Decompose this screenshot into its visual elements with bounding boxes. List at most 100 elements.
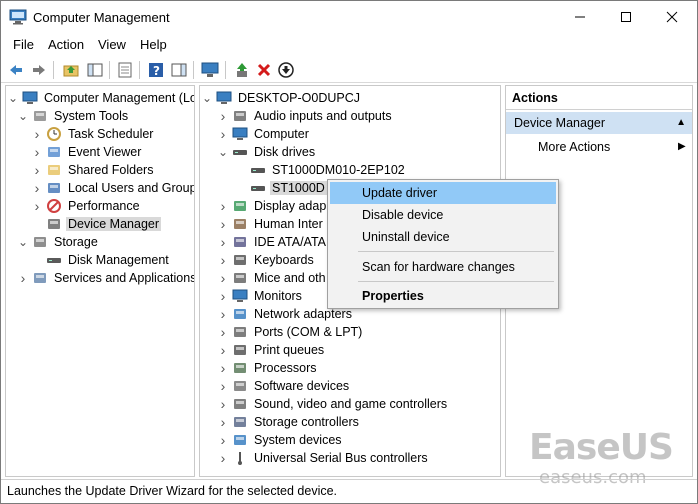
collapsed-arrow-icon[interactable]: › bbox=[18, 270, 28, 286]
collapsed-arrow-icon[interactable]: › bbox=[218, 414, 228, 430]
show-action-pane-button[interactable] bbox=[169, 60, 189, 80]
collapsed-arrow-icon[interactable]: › bbox=[218, 216, 228, 232]
tree-item[interactable]: ⌄ DESKTOP-O0DUPCJ bbox=[202, 89, 362, 107]
menu-view[interactable]: View bbox=[98, 37, 126, 52]
monitor-toolbar-button[interactable] bbox=[200, 60, 220, 80]
tree-item[interactable]: › Audio inputs and outputs bbox=[218, 107, 394, 125]
menu-properties[interactable]: Properties bbox=[330, 285, 556, 307]
tree-item-label: Audio inputs and outputs bbox=[254, 109, 392, 123]
help-toolbar-button[interactable]: ? bbox=[146, 60, 166, 80]
collapsed-arrow-icon[interactable]: › bbox=[32, 180, 42, 196]
tree-item[interactable]: ⌄ System Tools bbox=[18, 107, 130, 125]
tree-item[interactable]: › Keyboards bbox=[218, 251, 316, 269]
collapsed-arrow-icon[interactable]: › bbox=[218, 198, 228, 214]
tree-item[interactable]: › Software devices bbox=[218, 377, 351, 395]
tools-icon bbox=[32, 108, 48, 124]
actions-group-device-manager[interactable]: Device Manager ▲ bbox=[506, 112, 692, 134]
collapsed-arrow-icon[interactable]: › bbox=[218, 378, 228, 394]
tree-item[interactable]: › Universal Serial Bus controllers bbox=[218, 449, 430, 467]
properties-toolbar-button[interactable] bbox=[115, 60, 135, 80]
hid-icon bbox=[232, 216, 248, 232]
tree-item[interactable]: › Ports (COM & LPT) bbox=[218, 323, 364, 341]
collapse-caret-icon[interactable]: ▲ bbox=[676, 117, 686, 128]
back-button[interactable] bbox=[6, 60, 26, 80]
menu-action[interactable]: Action bbox=[48, 37, 84, 52]
tree-item[interactable]: › Mice and oth bbox=[218, 269, 328, 287]
collapsed-arrow-icon[interactable]: › bbox=[218, 288, 228, 304]
expanded-arrow-icon[interactable]: ⌄ bbox=[218, 145, 228, 159]
menu-disable-device[interactable]: Disable device bbox=[330, 204, 556, 226]
collapsed-arrow-icon[interactable]: › bbox=[218, 450, 228, 466]
tree-item[interactable]: ⌄ Storage bbox=[18, 233, 100, 251]
collapsed-arrow-icon[interactable]: › bbox=[218, 270, 228, 286]
tree-item[interactable]: › Print queues bbox=[218, 341, 326, 359]
collapsed-arrow-icon[interactable]: › bbox=[218, 360, 228, 376]
monitor-icon bbox=[201, 62, 219, 77]
expanded-arrow-icon[interactable]: ⌄ bbox=[18, 109, 28, 123]
collapsed-arrow-icon[interactable]: › bbox=[218, 306, 228, 322]
submenu-arrow-icon: ▶ bbox=[678, 141, 686, 152]
tree-item[interactable]: › Local Users and Groups bbox=[32, 179, 194, 197]
tree-item[interactable]: › Human Inter bbox=[218, 215, 325, 233]
collapsed-arrow-icon[interactable]: › bbox=[218, 252, 228, 268]
minimize-button[interactable] bbox=[557, 1, 603, 33]
up-folder-button[interactable] bbox=[61, 60, 81, 80]
collapsed-arrow-icon[interactable]: › bbox=[218, 324, 228, 340]
collapsed-arrow-icon[interactable]: › bbox=[32, 144, 42, 160]
tree-item[interactable]: › System devices bbox=[218, 431, 344, 449]
monitor-icon bbox=[232, 288, 248, 304]
collapsed-arrow-icon[interactable]: › bbox=[32, 198, 42, 214]
close-icon bbox=[666, 11, 678, 23]
tree-item[interactable]: › Services and Applications bbox=[18, 269, 194, 287]
collapsed-arrow-icon[interactable]: › bbox=[218, 396, 228, 412]
tree-item[interactable]: › IDE ATA/ATA bbox=[218, 233, 328, 251]
tree-item[interactable]: › Sound, video and game controllers bbox=[218, 395, 449, 413]
tree-item[interactable]: › Storage controllers bbox=[218, 413, 361, 431]
tree-item[interactable]: › Computer bbox=[218, 125, 311, 143]
menu-uninstall-device[interactable]: Uninstall device bbox=[330, 226, 556, 248]
show-hide-tree-button[interactable] bbox=[85, 60, 105, 80]
disable-toolbar-button[interactable] bbox=[276, 60, 296, 80]
menu-file[interactable]: File bbox=[13, 37, 34, 52]
clock-icon bbox=[46, 126, 62, 142]
collapsed-arrow-icon[interactable]: › bbox=[218, 126, 228, 142]
expanded-arrow-icon[interactable]: ⌄ bbox=[202, 91, 212, 105]
network-icon bbox=[232, 306, 248, 322]
collapsed-arrow-icon[interactable]: › bbox=[218, 342, 228, 358]
tree-item[interactable]: › Display adap bbox=[218, 197, 328, 215]
tree-item[interactable]: › Task Scheduler bbox=[32, 125, 155, 143]
tree-item[interactable]: Disk Management bbox=[32, 251, 171, 269]
expanded-arrow-icon[interactable]: ⌄ bbox=[8, 91, 18, 105]
forward-button[interactable] bbox=[29, 60, 49, 80]
menu-update-driver[interactable]: Update driver bbox=[330, 182, 556, 204]
collapsed-arrow-icon[interactable]: › bbox=[218, 108, 228, 124]
tree-item[interactable]: › Performance bbox=[32, 197, 142, 215]
tree-item[interactable]: › Shared Folders bbox=[32, 161, 155, 179]
action-pane-icon bbox=[171, 63, 187, 77]
users-icon bbox=[46, 180, 62, 196]
update-driver-toolbar-button[interactable] bbox=[232, 60, 252, 80]
tree-item[interactable]: › Event Viewer bbox=[32, 143, 143, 161]
collapsed-arrow-icon[interactable]: › bbox=[32, 162, 42, 178]
uninstall-toolbar-button[interactable] bbox=[254, 60, 274, 80]
tree-item[interactable]: ⌄ Disk drives bbox=[218, 143, 317, 161]
title-bar: Computer Management bbox=[1, 1, 697, 33]
tree-item-label: Universal Serial Bus controllers bbox=[254, 451, 428, 465]
expanded-arrow-icon[interactable]: ⌄ bbox=[18, 235, 28, 249]
menu-scan-hardware[interactable]: Scan for hardware changes bbox=[330, 256, 556, 278]
tree-item[interactable]: ST1000D bbox=[236, 179, 327, 197]
tree-item[interactable]: › Processors bbox=[218, 359, 319, 377]
tree-item[interactable]: ⌄ Computer Management (Local bbox=[8, 89, 194, 107]
tree-item[interactable]: ST1000DM010-2EP102 bbox=[236, 161, 407, 179]
collapsed-arrow-icon[interactable]: › bbox=[218, 432, 228, 448]
tree-item-label: Storage bbox=[54, 235, 98, 249]
more-actions-item[interactable]: More Actions bbox=[538, 140, 610, 154]
collapsed-arrow-icon[interactable]: › bbox=[218, 234, 228, 250]
collapsed-arrow-icon[interactable]: › bbox=[32, 126, 42, 142]
tree-item[interactable]: › Monitors bbox=[218, 287, 304, 305]
menu-help[interactable]: Help bbox=[140, 37, 167, 52]
maximize-button[interactable] bbox=[603, 1, 649, 33]
folder-up-icon bbox=[63, 65, 79, 77]
close-button[interactable] bbox=[649, 1, 695, 33]
tree-item[interactable]: Device Manager bbox=[32, 215, 162, 233]
